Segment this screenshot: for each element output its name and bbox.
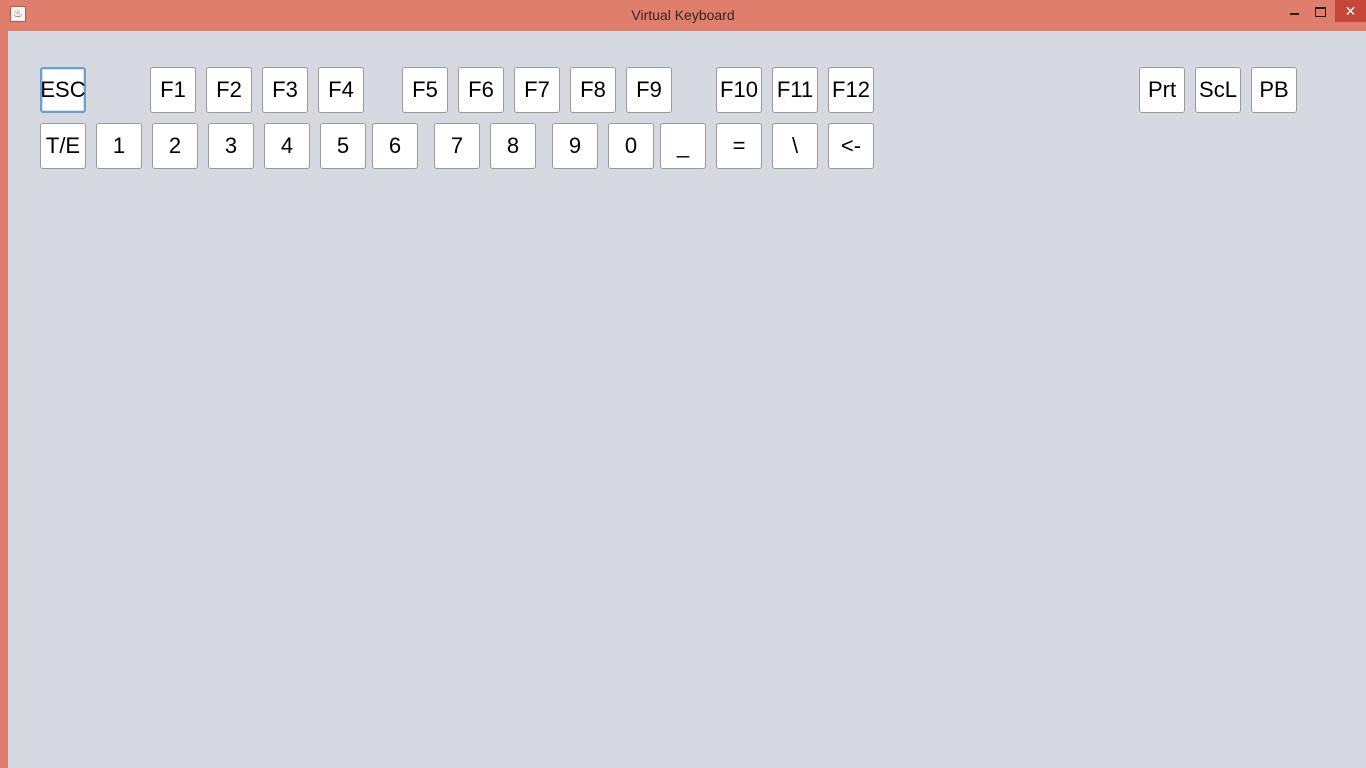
key-6[interactable]: 6 bbox=[372, 123, 418, 169]
key-2[interactable]: 2 bbox=[152, 123, 198, 169]
key-0[interactable]: 0 bbox=[608, 123, 654, 169]
key-5[interactable]: 5 bbox=[320, 123, 366, 169]
key-4[interactable]: 4 bbox=[264, 123, 310, 169]
key-scroll-lock[interactable]: ScL bbox=[1195, 67, 1241, 113]
key-f8[interactable]: F8 bbox=[570, 67, 616, 113]
key-f6[interactable]: F6 bbox=[458, 67, 504, 113]
minimize-button[interactable] bbox=[1281, 0, 1307, 22]
key-print-screen[interactable]: Prt bbox=[1139, 67, 1185, 113]
key-8[interactable]: 8 bbox=[490, 123, 536, 169]
key-f4[interactable]: F4 bbox=[318, 67, 364, 113]
maximize-button[interactable] bbox=[1307, 0, 1333, 22]
key-9[interactable]: 9 bbox=[552, 123, 598, 169]
close-button[interactable]: ✕ bbox=[1335, 0, 1366, 22]
key-f9[interactable]: F9 bbox=[626, 67, 672, 113]
minimize-icon bbox=[1289, 13, 1299, 16]
maximize-icon bbox=[1314, 7, 1326, 18]
key-1[interactable]: 1 bbox=[96, 123, 142, 169]
window-title: Virtual Keyboard bbox=[631, 7, 735, 23]
key-pause-break[interactable]: PB bbox=[1251, 67, 1297, 113]
key-7[interactable]: 7 bbox=[434, 123, 480, 169]
key-backspace[interactable]: <- bbox=[828, 123, 874, 169]
key-f2[interactable]: F2 bbox=[206, 67, 252, 113]
key-esc[interactable]: ESC bbox=[40, 67, 86, 113]
key-underscore[interactable]: _ bbox=[660, 123, 706, 169]
keyboard-panel: ESC F1 F2 F3 F4 F5 F6 F7 F8 F9 F10 F11 F… bbox=[8, 31, 1366, 768]
key-f3[interactable]: F3 bbox=[262, 67, 308, 113]
key-tilde[interactable]: T/E bbox=[40, 123, 86, 169]
key-f12[interactable]: F12 bbox=[828, 67, 874, 113]
key-f1[interactable]: F1 bbox=[150, 67, 196, 113]
title-bar: ♨ Virtual Keyboard ✕ bbox=[0, 0, 1366, 31]
close-icon: ✕ bbox=[1344, 3, 1357, 19]
key-f11[interactable]: F11 bbox=[772, 67, 818, 113]
key-3[interactable]: 3 bbox=[208, 123, 254, 169]
key-equals[interactable]: = bbox=[716, 123, 762, 169]
key-f10[interactable]: F10 bbox=[716, 67, 762, 113]
key-f5[interactable]: F5 bbox=[402, 67, 448, 113]
key-backslash[interactable]: \ bbox=[772, 123, 818, 169]
key-f7[interactable]: F7 bbox=[514, 67, 560, 113]
